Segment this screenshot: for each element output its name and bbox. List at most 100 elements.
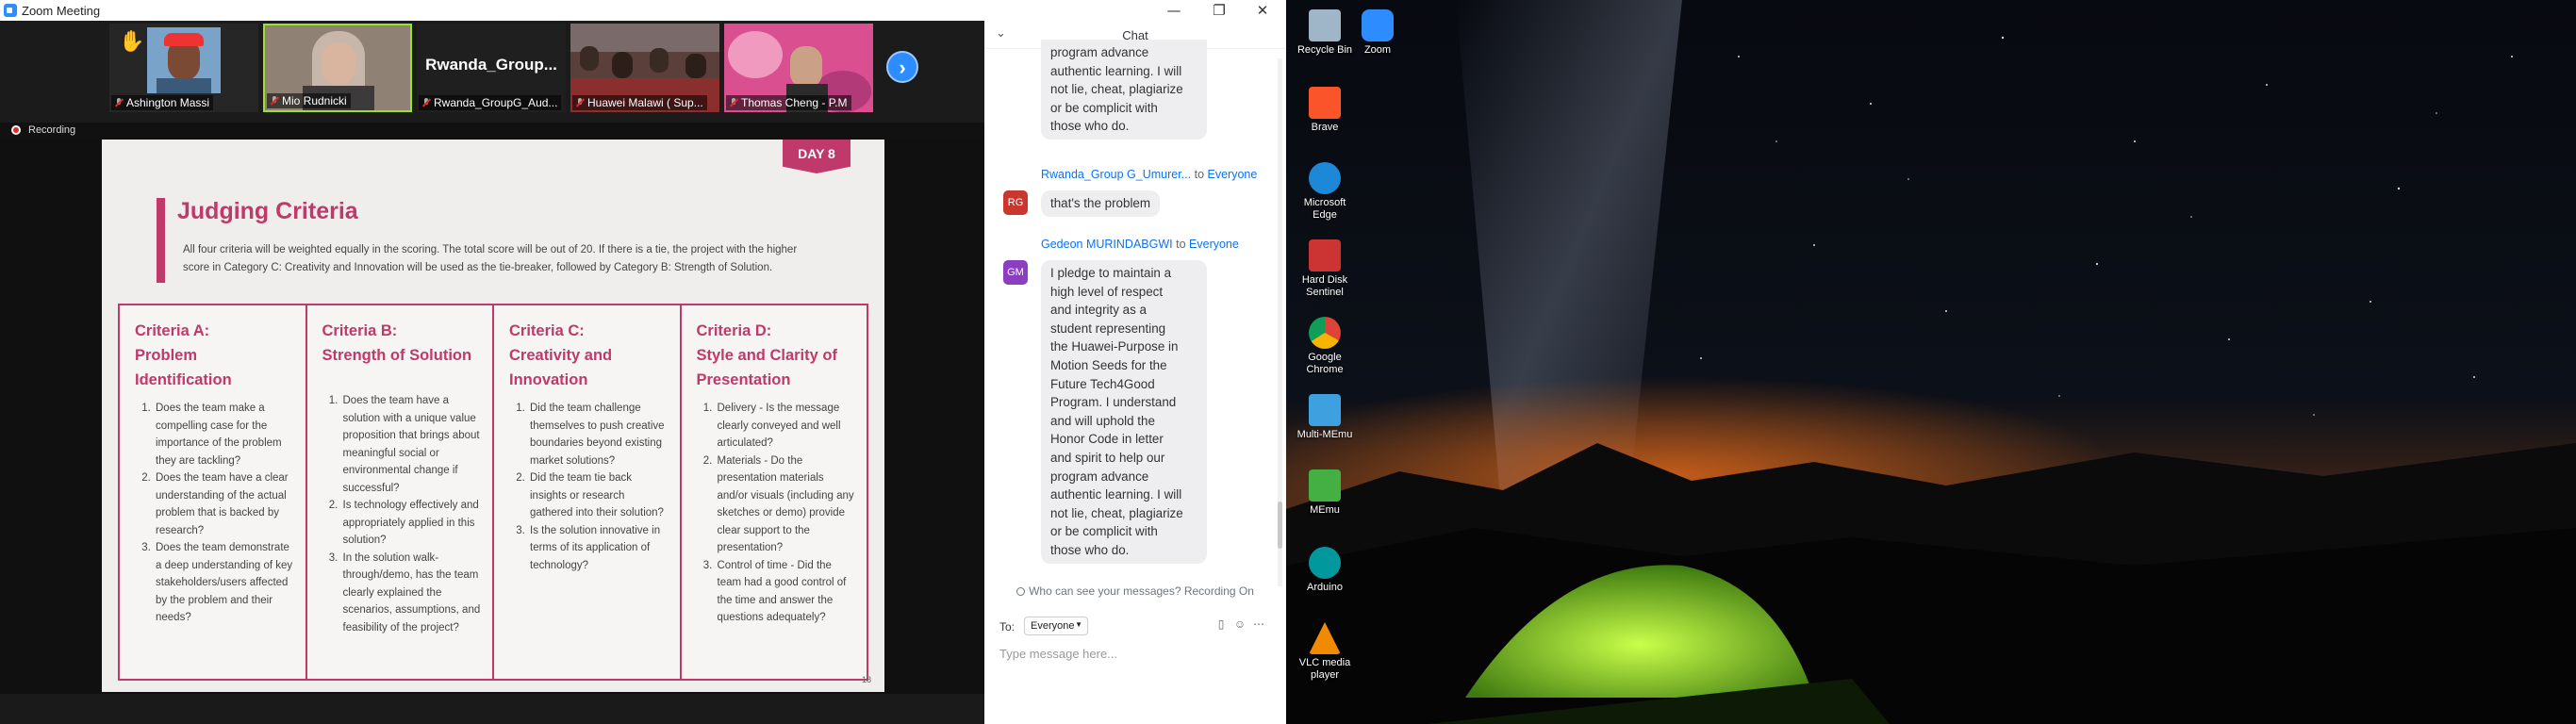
intro-line: All four criteria will be weighted equal… xyxy=(183,244,798,255)
criteria-b-column: Criteria B:Strength of Solution Does the… xyxy=(307,305,494,679)
participant-display-name: Rwanda_Group... xyxy=(425,56,557,74)
criteria-c-column: Criteria C:Creativity andInnovation Did … xyxy=(494,305,682,679)
criteria-heading: Criteria B: Strength of Solution xyxy=(322,322,472,364)
more-options-icon[interactable]: ⋯ xyxy=(1252,617,1265,631)
chat-message-sender: Gedeon MURINDABGWI to Everyone xyxy=(1041,238,1239,251)
criteria-item: Does the team demonstrate a deep underst… xyxy=(154,539,296,627)
zoom-logo-icon xyxy=(4,4,17,17)
window-title: Zoom Meeting xyxy=(22,4,101,18)
criteria-item: Did the team tie back insights or resear… xyxy=(528,469,670,522)
hard-disk-sentinel-icon[interactable]: Hard Disk Sentinel xyxy=(1292,239,1358,299)
criteria-item: Materials - Do the presentation material… xyxy=(716,452,858,557)
criteria-item: Does the team have a solution with a uni… xyxy=(341,392,484,497)
chat-message-input[interactable]: Type message here... xyxy=(999,647,1273,669)
participant-name: Thomas Cheng - P.M xyxy=(726,95,851,110)
chat-message-sender: Rwanda_Group G_Umurer... to Everyone xyxy=(1041,168,1257,181)
emoji-icon[interactable]: ☺ xyxy=(1233,617,1247,631)
brave-browser-icon[interactable]: Brave xyxy=(1292,87,1358,134)
zoom-app-icon[interactable]: Zoom xyxy=(1345,9,1411,57)
arduino-icon[interactable]: Arduino xyxy=(1292,547,1358,594)
microsoft-edge-icon[interactable]: Microsoft Edge xyxy=(1292,162,1358,222)
to-word: to xyxy=(1176,238,1186,251)
shared-screen: DAY 8 Judging Criteria All four criteria… xyxy=(0,138,984,694)
criteria-item: Does the team make a compelling case for… xyxy=(154,400,296,469)
avatar: GM xyxy=(1003,260,1028,285)
participant-tile[interactable]: Thomas Cheng - P.M xyxy=(724,24,873,112)
criteria-heading: Criteria D: Style and Clarity of Presentat… xyxy=(696,322,837,388)
participant-tile[interactable]: ✋ Ashington Massi xyxy=(109,24,258,112)
next-participants-button[interactable]: › xyxy=(886,51,918,83)
maximize-button[interactable]: ❐ xyxy=(1197,0,1241,21)
meeting-toolbar-area xyxy=(0,694,984,724)
recipient-name: Everyone xyxy=(1189,238,1239,251)
criteria-item: Is the solution innovative in terms of i… xyxy=(528,522,670,575)
chat-message-bubble: that's the problem xyxy=(1041,190,1161,217)
recipient-dropdown[interactable]: Everyone ▼ xyxy=(1024,617,1088,635)
slide-page-number: 18 xyxy=(861,675,871,684)
intro-line: score in Category C: Creativity and Inno… xyxy=(183,262,773,273)
participant-strip: ✋ Ashington Massi Mio Rudnicki Rwanda_Gr… xyxy=(0,21,984,123)
to-label: To: xyxy=(999,620,1016,634)
chat-panel: ⌄ Chat program advance authentic learning… xyxy=(984,21,1286,724)
criteria-item: In the solution walk-through/demo, has t… xyxy=(341,550,484,637)
sender-name[interactable]: Rwanda_Group G_Umurer... xyxy=(1041,168,1191,181)
message-visibility-notice[interactable]: Who can see your messages? Recording On xyxy=(984,584,1286,603)
criteria-item: Did the team challenge themselves to pus… xyxy=(528,400,670,469)
day-badge: DAY 8 xyxy=(783,140,850,173)
close-button[interactable]: ✕ xyxy=(1241,0,1284,21)
title-accent-bar xyxy=(157,198,165,283)
recording-label: Recording xyxy=(28,124,76,136)
criteria-grid: Criteria A:ProblemIdentification Does th… xyxy=(118,304,868,681)
criteria-item: Is technology effectively and appropriat… xyxy=(341,497,484,550)
mic-muted-icon xyxy=(271,96,278,106)
participant-tile-active-speaker[interactable]: Mio Rudnicki xyxy=(263,24,412,112)
scrollbar-thumb[interactable] xyxy=(1278,502,1282,549)
people-icon xyxy=(1016,587,1026,596)
chat-message-bubble: I pledge to maintain a high level of resp… xyxy=(1041,260,1207,564)
chat-message-bubble: program advance authentic learning. I wil… xyxy=(1041,40,1207,140)
criteria-list: Did the team challenge themselves to pus… xyxy=(528,400,670,574)
desktop-wallpaper xyxy=(1286,0,2576,724)
mic-muted-icon xyxy=(576,98,584,107)
file-icon[interactable]: ▯ xyxy=(1214,617,1228,631)
criteria-list: Delivery - Is the message clearly convey… xyxy=(716,400,858,627)
criteria-heading: Criteria A: Problem Identification xyxy=(135,322,232,388)
title-bar: Zoom Meeting — ❐ ✕ xyxy=(0,0,1286,21)
slide-intro: All four criteria will be weighted equal… xyxy=(183,241,862,277)
presentation-slide: DAY 8 Judging Criteria All four criteria… xyxy=(102,140,884,692)
criteria-list: Does the team have a solution with a uni… xyxy=(341,392,484,636)
participant-tile[interactable]: Rwanda_Group... Rwanda_GroupG_Aud... xyxy=(417,24,566,112)
memu-icon[interactable]: MEmu xyxy=(1292,469,1358,517)
participant-name: Huawei Malawi ( Sup... xyxy=(572,95,707,110)
criteria-item: Delivery - Is the message clearly convey… xyxy=(716,400,858,452)
to-word: to xyxy=(1194,168,1205,181)
slide-title: Judging Criteria xyxy=(177,198,358,224)
chevron-down-icon: ▼ xyxy=(1075,620,1082,629)
sender-name[interactable]: Gedeon MURINDABGWI xyxy=(1041,238,1173,251)
minimize-button[interactable]: — xyxy=(1152,0,1196,21)
mic-muted-icon xyxy=(422,98,430,107)
participant-name: Ashington Massi xyxy=(111,95,214,110)
desktop: Recycle Bin Zoom Brave Microsoft Edge Har… xyxy=(1286,0,2576,724)
participant-video xyxy=(147,27,221,93)
multi-memu-icon[interactable]: Multi-MEmu xyxy=(1292,394,1358,441)
recipient-name: Everyone xyxy=(1207,168,1258,181)
mic-muted-icon xyxy=(115,98,123,107)
criteria-a-column: Criteria A:ProblemIdentification Does th… xyxy=(120,305,307,679)
vlc-media-player-icon[interactable]: VLC media player xyxy=(1292,622,1358,682)
avatar: RG xyxy=(1003,190,1028,215)
mic-muted-icon xyxy=(730,98,737,107)
recording-indicator[interactable]: Recording xyxy=(0,123,984,138)
criteria-d-column: Criteria D: Style and Clarity of Presentat… xyxy=(682,305,867,679)
criteria-list: Does the team make a compelling case for… xyxy=(154,400,296,627)
google-chrome-icon[interactable]: Google Chrome xyxy=(1292,317,1358,376)
criteria-heading: Criteria C: Creativity and Innovation xyxy=(509,322,613,388)
participant-tile[interactable]: Huawei Malawi ( Sup... xyxy=(570,24,719,112)
criteria-item: Control of time - Did the team had a goo… xyxy=(716,557,858,627)
participant-name: Rwanda_GroupG_Aud... xyxy=(419,95,562,110)
raised-hand-icon: ✋ xyxy=(119,29,145,53)
participant-name: Mio Rudnicki xyxy=(267,93,351,108)
zoom-window: Zoom Meeting — ❐ ✕ ✋ Ashington Massi Mio… xyxy=(0,0,1286,724)
chat-scrollbar[interactable] xyxy=(1278,58,1282,586)
recording-dot-icon xyxy=(11,125,21,135)
